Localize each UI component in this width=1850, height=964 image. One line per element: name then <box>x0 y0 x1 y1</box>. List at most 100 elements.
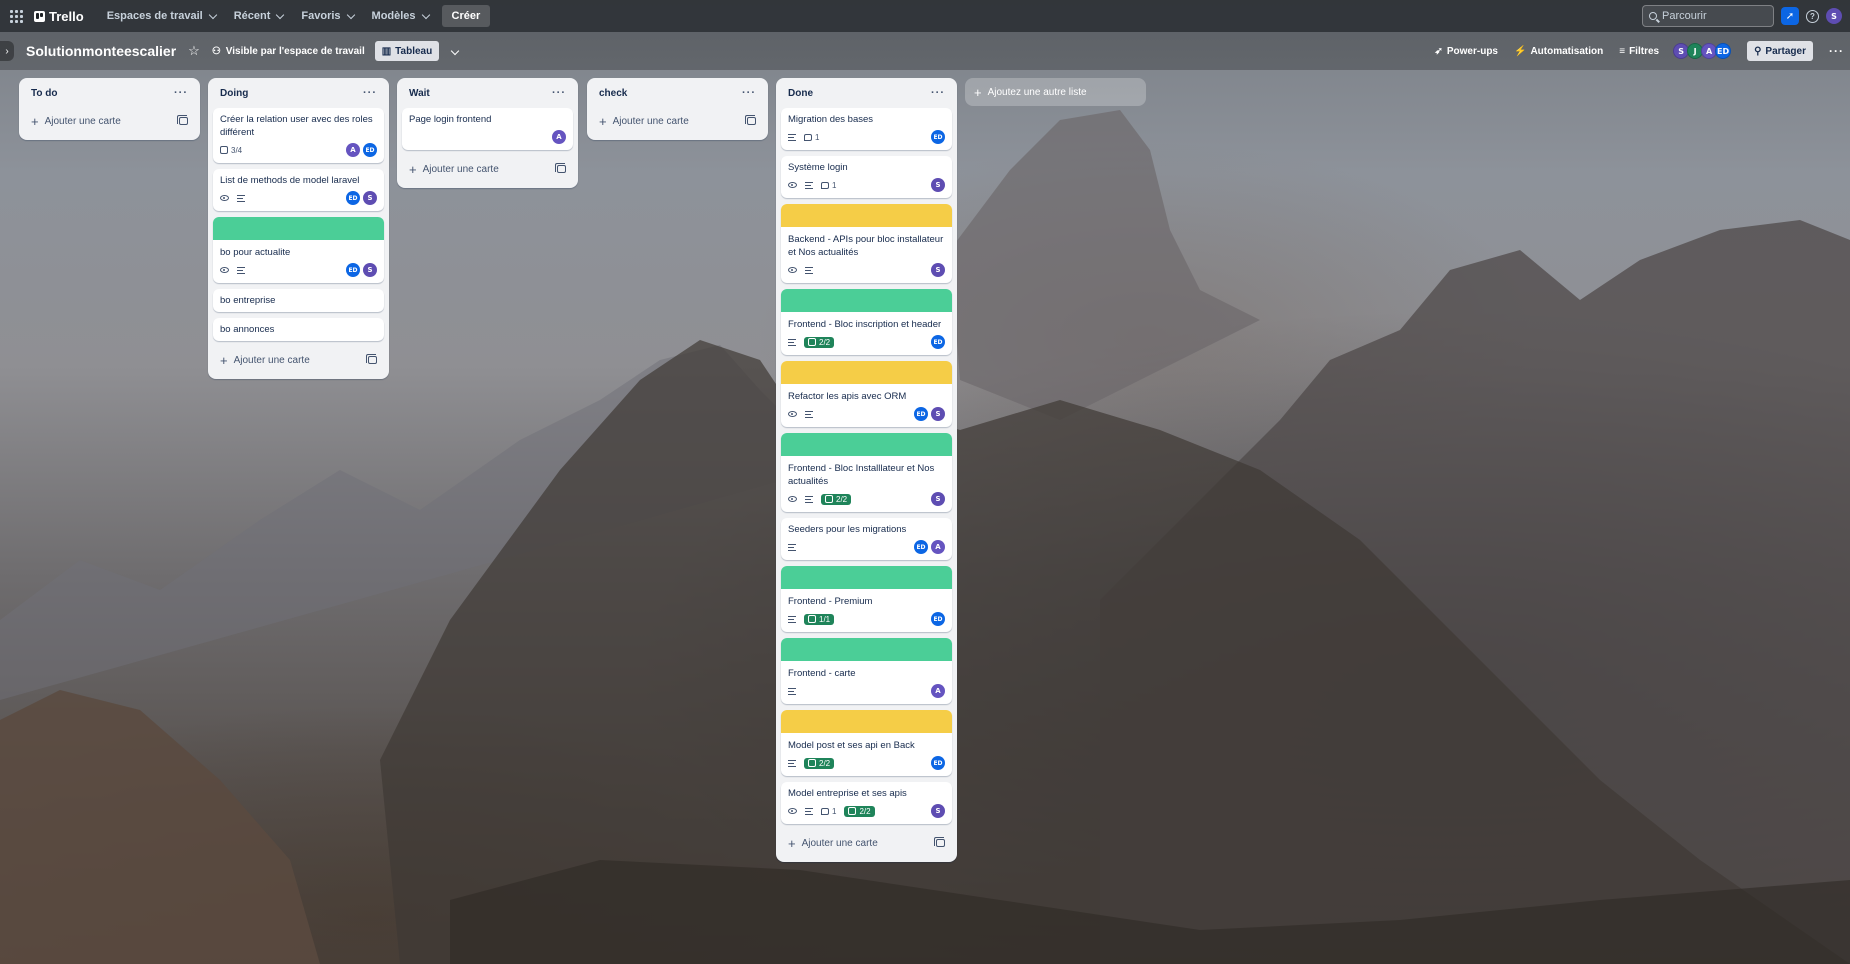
list-header[interactable]: check ··· <box>592 78 763 108</box>
card-template-icon[interactable] <box>934 837 945 847</box>
add-card-button[interactable]: + Ajouter une carte <box>592 108 763 134</box>
member-avatar[interactable]: S <box>931 492 945 506</box>
member-avatar[interactable]: ED <box>363 143 377 157</box>
user-avatar[interactable]: S <box>1826 8 1842 24</box>
member-avatar[interactable]: A <box>931 684 945 698</box>
list-menu-icon[interactable]: ··· <box>174 87 188 99</box>
member-avatar[interactable]: ED <box>931 612 945 626</box>
card[interactable]: Migration des bases 1 ED <box>781 108 952 150</box>
notifications-icon[interactable]: ➚ <box>1781 7 1799 25</box>
card[interactable]: Système login 1 S <box>781 156 952 198</box>
member-avatar[interactable]: S <box>363 191 377 205</box>
plus-icon: + <box>599 113 607 129</box>
app-switcher-icon[interactable] <box>8 8 24 24</box>
card[interactable]: Frontend - Premium 1/1 ED <box>781 566 952 632</box>
member-avatar[interactable]: ED <box>346 191 360 205</box>
card-cover <box>781 566 952 589</box>
visibility-button[interactable]: ⚇ Visible par l'espace de travail <box>212 46 365 57</box>
card[interactable]: bo annonces <box>213 318 384 341</box>
menu-recent[interactable]: Récent <box>225 4 293 28</box>
help-icon[interactable]: ? <box>1806 9 1819 23</box>
card[interactable]: Model entreprise et ses apis 1 2/2 S <box>781 782 952 824</box>
member-avatar[interactable]: ED <box>931 756 945 770</box>
member-avatar[interactable]: ED <box>914 540 928 554</box>
card[interactable]: bo pour actualite ED S <box>213 217 384 283</box>
add-card-button[interactable]: + Ajouter une carte <box>213 347 384 373</box>
list-title[interactable]: Doing <box>220 88 248 99</box>
sidebar-toggle-chevron-icon[interactable]: › <box>0 41 14 61</box>
member-avatar[interactable]: A <box>931 540 945 554</box>
list-menu-icon[interactable]: ··· <box>931 87 945 99</box>
card-template-icon[interactable] <box>177 115 188 125</box>
board-view-button[interactable]: ▥ Tableau <box>374 41 440 61</box>
list-header[interactable]: To do ··· <box>24 78 195 108</box>
automation-button[interactable]: ⚡ Automatisation <box>1514 46 1603 57</box>
list-title[interactable]: To do <box>31 88 57 99</box>
member-avatar[interactable]: ED <box>914 407 928 421</box>
checklist-count: 3/4 <box>231 145 243 155</box>
member-avatar[interactable]: ED <box>1715 43 1732 59</box>
card[interactable]: Refactor les apis avec ORM ED S <box>781 361 952 427</box>
filters-button[interactable]: ≡ Filtres <box>1619 46 1659 57</box>
menu-templates[interactable]: Modèles <box>363 4 438 28</box>
powerups-button[interactable]: ➶ Power-ups <box>1434 46 1498 57</box>
logo-text: Trello <box>49 8 84 24</box>
member-avatar[interactable]: ED <box>931 335 945 349</box>
member-avatar[interactable]: S <box>363 263 377 277</box>
card-members: A <box>552 130 566 144</box>
more-options-icon[interactable]: ··· <box>1829 44 1844 58</box>
member-avatar[interactable]: S <box>931 407 945 421</box>
menu-workspaces[interactable]: Espaces de travail <box>98 4 225 28</box>
plus-icon: + <box>220 352 228 368</box>
star-icon[interactable]: ☆ <box>188 43 200 59</box>
comments-count: 1 <box>832 180 837 190</box>
card[interactable]: Seeders pour les migrations ED A <box>781 518 952 560</box>
member-avatar[interactable]: A <box>552 130 566 144</box>
list-header[interactable]: Done ··· <box>781 78 952 108</box>
share-button[interactable]: ⚲ Partager <box>1747 41 1813 61</box>
card-template-icon[interactable] <box>366 354 377 364</box>
member-avatar[interactable]: S <box>931 263 945 277</box>
list-menu-icon[interactable]: ··· <box>363 87 377 99</box>
list-title[interactable]: Done <box>788 88 813 99</box>
card-badges: ED S <box>220 262 377 278</box>
card[interactable]: Backend - APIs pour bloc installateur et… <box>781 204 952 283</box>
card[interactable]: Model post et ses api en Back 2/2 ED <box>781 710 952 776</box>
member-avatar[interactable]: ED <box>931 130 945 144</box>
card[interactable]: bo entreprise <box>213 289 384 312</box>
card-template-icon[interactable] <box>555 163 566 173</box>
card-title: Seeders pour les migrations <box>788 524 907 535</box>
add-card-button[interactable]: + Ajouter une carte <box>402 156 573 182</box>
member-avatar[interactable]: S <box>931 804 945 818</box>
card-badges: 1S <box>788 177 945 193</box>
watch-badge <box>220 195 229 201</box>
add-card-button[interactable]: + Ajouter une carte <box>24 108 195 134</box>
board-title[interactable]: Solutionmonteescalier <box>26 43 176 59</box>
card[interactable]: Frontend - carte A <box>781 638 952 704</box>
card[interactable]: Frontend - Bloc inscription et header 2/2… <box>781 289 952 355</box>
member-avatar[interactable]: A <box>346 143 360 157</box>
card[interactable]: List de methods de model laravel ED S <box>213 169 384 211</box>
list-menu-icon[interactable]: ··· <box>552 87 566 99</box>
add-list-button[interactable]: + Ajoutez une autre liste <box>965 78 1146 106</box>
trello-logo-icon <box>34 10 45 22</box>
view-switcher-chevron-icon[interactable] <box>449 45 460 57</box>
create-button[interactable]: Créer <box>441 5 491 27</box>
card[interactable]: Page login frontend A <box>402 108 573 150</box>
member-avatar[interactable]: S <box>931 178 945 192</box>
add-card-button[interactable]: + Ajouter une carte <box>781 830 952 856</box>
trello-logo[interactable]: Trello <box>34 9 84 24</box>
list-title[interactable]: Wait <box>409 88 430 99</box>
list-title[interactable]: check <box>599 88 627 99</box>
list-header[interactable]: Doing ··· <box>213 78 384 108</box>
card[interactable]: Frontend - Bloc Installlateur et Nos act… <box>781 433 952 512</box>
member-avatar[interactable]: ED <box>346 263 360 277</box>
list-header[interactable]: Wait ··· <box>402 78 573 108</box>
list-menu-icon[interactable]: ··· <box>742 87 756 99</box>
card[interactable]: Créer la relation user avec des roles di… <box>213 108 384 163</box>
card-template-icon[interactable] <box>745 115 756 125</box>
watch-badge <box>788 182 797 188</box>
visibility-label: Visible par l'espace de travail <box>225 45 365 57</box>
search-input[interactable]: Parcourir <box>1642 5 1774 27</box>
menu-starred[interactable]: Favoris <box>292 4 362 28</box>
